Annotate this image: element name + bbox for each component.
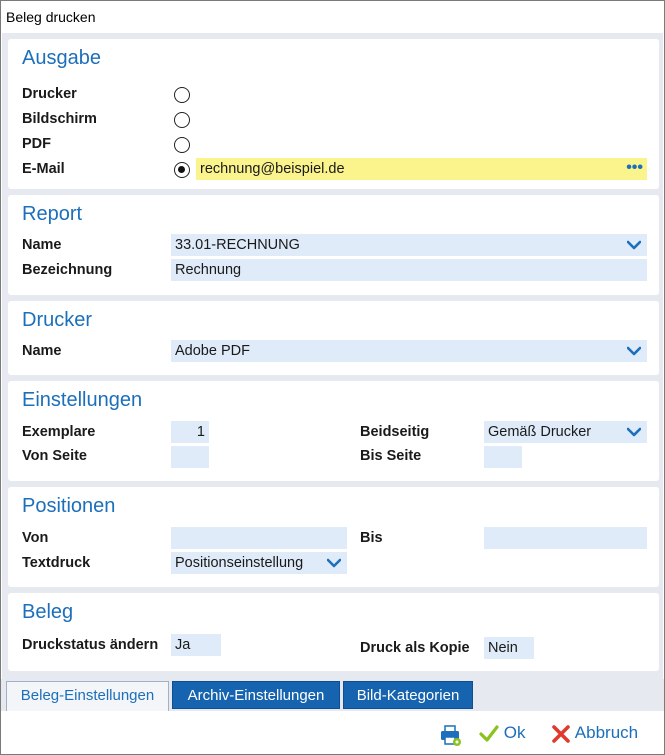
close-x-icon: [552, 724, 570, 743]
printer-settings-icon: [441, 724, 461, 746]
radio-email[interactable]: [174, 162, 190, 178]
ok-button-label: Ok: [503, 723, 526, 742]
radio-drucker[interactable]: [174, 87, 190, 103]
tab-beleg-einstellungen[interactable]: Beleg-Einstellungen: [6, 681, 169, 711]
radio-pdf[interactable]: [174, 137, 190, 153]
section-title-positionen: Positionen: [22, 495, 116, 517]
chevron-down-icon: [627, 346, 641, 356]
chevron-down-icon: [327, 558, 341, 568]
label-bis-seite: Bis Seite: [360, 448, 422, 464]
section-title-ausgabe: Ausgabe: [22, 47, 101, 69]
chevron-down-icon: [627, 240, 641, 250]
von-field[interactable]: [171, 527, 347, 549]
section-positionen: Positionen Von Bis Textdruck Positionsei…: [8, 487, 659, 587]
email-field[interactable]: rechnung@beispiel.de •••: [196, 158, 647, 180]
label-drucker-name: Name: [22, 343, 62, 359]
label-textdruck: Textdruck: [22, 555, 91, 571]
beidseitig-select[interactable]: Gemäß Drucker: [484, 421, 647, 443]
section-ausgabe: Ausgabe Drucker Bildschirm PDF E-Mail re…: [8, 39, 659, 189]
textdruck-value: Positionseinstellung: [175, 555, 304, 571]
email-field-value: rechnung@beispiel.de: [200, 161, 345, 177]
window-title: Beleg drucken: [1, 1, 664, 33]
label-beidseitig: Beidseitig: [360, 424, 430, 440]
bis-seite-field[interactable]: [484, 446, 522, 468]
textdruck-select[interactable]: Positionseinstellung: [171, 552, 347, 574]
bezeichnung-field[interactable]: Rechnung: [171, 259, 647, 281]
section-einstellungen: Einstellungen Exemplare 1 Von Seite Beid…: [8, 381, 659, 481]
label-von: Von: [22, 530, 49, 546]
label-bezeichnung: Bezeichnung: [22, 262, 113, 278]
ok-button[interactable]: Ok: [479, 721, 525, 745]
beidseitig-value: Gemäß Drucker: [488, 424, 592, 440]
tab-bar: Beleg-Einstellungen Archiv-Einstellungen…: [1, 679, 664, 711]
drucker-name-select[interactable]: Adobe PDF: [171, 340, 647, 362]
radio-bildschirm[interactable]: [174, 112, 190, 128]
section-beleg: Beleg Druckstatus ändern Ja Druck als Ko…: [8, 593, 659, 671]
section-report: Report Name 33.01-RECHNUNG Bezeichnung R…: [8, 195, 659, 295]
section-title-beleg: Beleg: [22, 601, 74, 623]
bezeichnung-value: Rechnung: [175, 262, 242, 278]
label-bis: Bis: [360, 530, 383, 546]
section-title-report: Report: [22, 203, 83, 225]
tab-archiv-einstellungen[interactable]: Archiv-Einstellungen: [172, 681, 340, 709]
section-title-drucker: Drucker: [22, 309, 93, 331]
print-dialog: Beleg drucken Ausgabe Drucker Bildschirm…: [0, 0, 665, 755]
abbruch-button[interactable]: Abbruch: [551, 721, 638, 745]
von-seite-field[interactable]: [171, 446, 209, 468]
label-pdf: PDF: [22, 136, 51, 152]
report-name-value: 33.01-RECHNUNG: [175, 237, 300, 253]
more-dots-icon[interactable]: •••: [626, 158, 643, 180]
label-von-seite: Von Seite: [22, 448, 87, 464]
section-title-einstellungen: Einstellungen: [22, 389, 143, 411]
printer-settings-button[interactable]: [439, 723, 463, 747]
exemplare-field[interactable]: 1: [171, 421, 209, 443]
button-bar: Ok Abbruch: [1, 711, 664, 754]
label-email: E-Mail: [22, 161, 65, 177]
label-report-name: Name: [22, 237, 62, 253]
label-druck-als-kopie: Druck als Kopie: [360, 640, 470, 656]
tab-bild-kategorien[interactable]: Bild-Kategorien: [343, 681, 473, 709]
dialog-content: Ausgabe Drucker Bildschirm PDF E-Mail re…: [2, 33, 663, 679]
drucker-name-value: Adobe PDF: [175, 343, 250, 359]
label-exemplare: Exemplare: [22, 424, 96, 440]
label-drucker: Drucker: [22, 86, 77, 102]
abbruch-button-label: Abbruch: [574, 723, 639, 742]
druckstatus-field[interactable]: Ja: [171, 634, 221, 656]
label-druckstatus: Druckstatus ändern: [22, 637, 159, 653]
druck-als-kopie-field[interactable]: Nein: [484, 637, 534, 659]
chevron-down-icon: [627, 427, 641, 437]
section-drucker: Drucker Name Adobe PDF: [8, 301, 659, 375]
label-bildschirm: Bildschirm: [22, 111, 97, 127]
bis-field[interactable]: [484, 527, 647, 549]
checkmark-icon: [479, 724, 499, 742]
report-name-select[interactable]: 33.01-RECHNUNG: [171, 234, 647, 256]
